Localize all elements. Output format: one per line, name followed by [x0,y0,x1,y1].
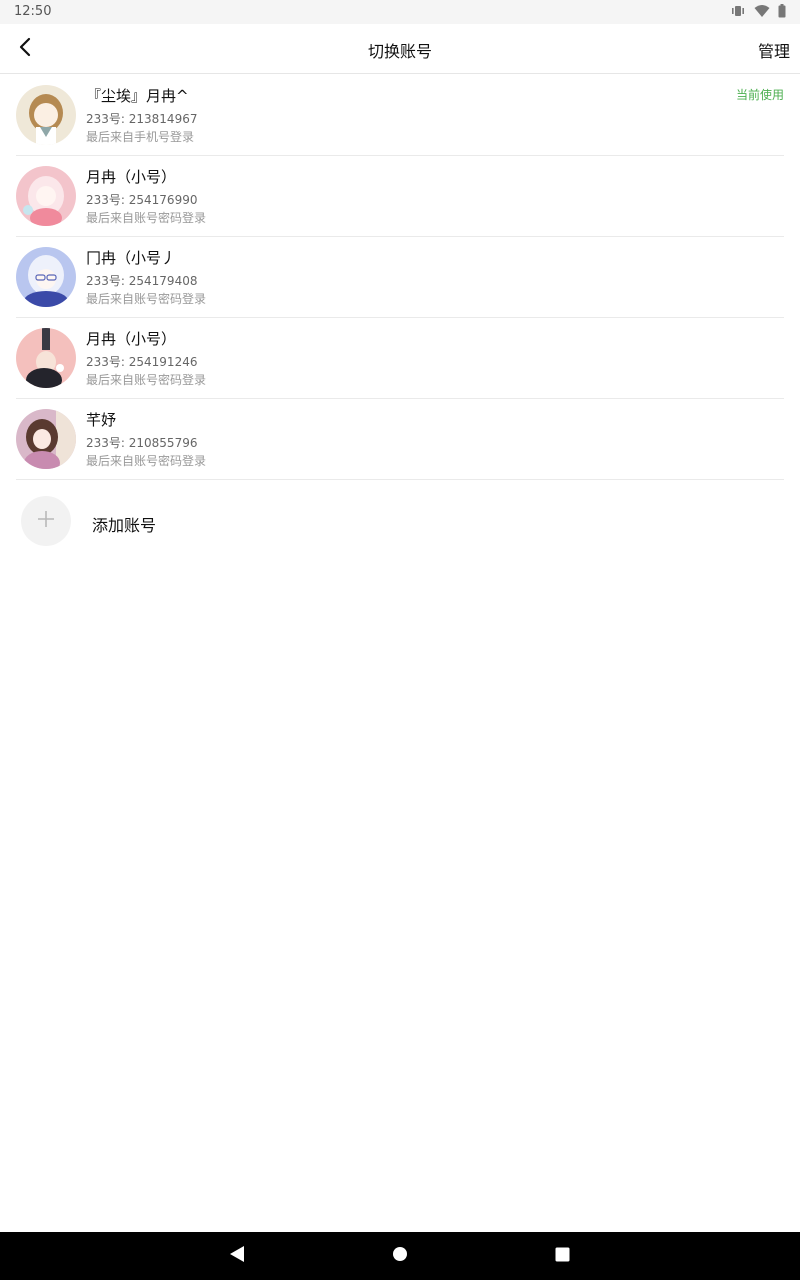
nav-recents-button[interactable] [550,1244,574,1268]
account-item[interactable]: 『尘埃』月冉^ 233号: 213814967 最后来自手机号登录 当前使用 [16,75,784,156]
avatar [16,166,76,226]
account-login-method: 最后来自账号密码登录 [86,373,207,387]
account-item[interactable]: 月冉（小号） 233号: 254176990 最后来自账号密码登录 [16,156,784,237]
avatar [16,328,76,388]
account-id: 233号: 213814967 [86,112,198,126]
navigation-bar [0,1232,800,1280]
account-login-method: 最后来自账号密码登录 [86,454,207,468]
account-id: 233号: 254176990 [86,193,198,207]
plus-icon [37,510,55,532]
account-name: 芊妤 [86,411,117,429]
nav-back-icon [229,1245,245,1267]
account-id: 233号: 254191246 [86,355,198,369]
account-name: 冂冉（小号丿 [86,249,177,267]
manage-button[interactable]: 管理 [758,38,790,62]
account-list: 『尘埃』月冉^ 233号: 213814967 最后来自手机号登录 当前使用 月… [0,75,800,562]
nav-home-button[interactable] [388,1244,412,1268]
nav-recents-icon [555,1247,570,1266]
nav-back-button[interactable] [225,1244,249,1268]
account-login-method: 最后来自账号密码登录 [86,292,207,306]
account-item[interactable]: 芊妤 233号: 210855796 最后来自账号密码登录 [16,399,784,480]
status-bar: 12:50 [0,0,800,24]
account-name: 月冉（小号） [86,168,177,186]
account-login-method: 最后来自手机号登录 [86,130,195,144]
avatar [16,409,76,469]
account-name: 『尘埃』月冉^ [86,87,189,105]
add-account-button[interactable]: 添加账号 [16,480,784,562]
account-name: 月冉（小号） [86,330,177,348]
add-account-label: 添加账号 [92,516,157,535]
account-id: 233号: 210855796 [86,436,198,450]
account-item[interactable]: 月冉（小号） 233号: 254191246 最后来自账号密码登录 [16,318,784,399]
battery-icon [778,3,786,22]
status-icons [730,3,786,22]
wifi-icon [754,3,770,22]
account-login-method: 最后来自账号密码登录 [86,211,207,225]
account-item[interactable]: 冂冉（小号丿 233号: 254179408 最后来自账号密码登录 [16,237,784,318]
status-time: 12:50 [14,4,52,19]
avatar [16,85,76,145]
current-account-badge: 当前使用 [735,88,784,102]
page-title: 切换账号 [367,42,432,61]
vibrate-icon [730,3,746,22]
add-account-circle [21,496,71,546]
app-bar: 切换账号 管理 [0,24,800,74]
account-id: 233号: 254179408 [86,274,198,288]
nav-home-icon [392,1246,408,1266]
avatar [16,247,76,307]
